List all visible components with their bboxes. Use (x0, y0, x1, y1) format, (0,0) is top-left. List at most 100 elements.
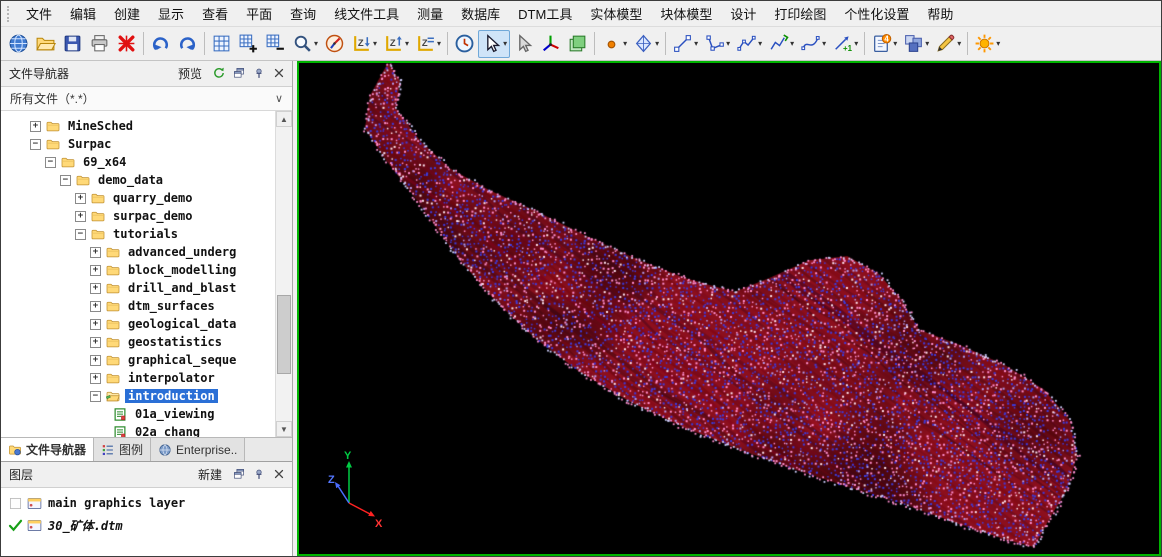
print-icon[interactable] (86, 30, 113, 58)
tab-file-navigator[interactable]: 文件导航器 (1, 438, 94, 461)
scroll-thumb[interactable] (277, 295, 291, 374)
tree-item[interactable]: −tutorials (1, 225, 275, 243)
dropdown-arrow-icon[interactable]: ▾ (996, 40, 1000, 48)
dropdown-arrow-icon[interactable]: ▾ (790, 40, 794, 48)
collapse-icon[interactable]: − (60, 175, 71, 186)
extend-line-tool-icon[interactable]: +1▾ (829, 30, 861, 58)
draw-tool-icon[interactable]: ▾ (932, 30, 964, 58)
menu-item-1[interactable]: 编辑 (61, 0, 105, 27)
dropdown-arrow-icon[interactable]: ▾ (822, 40, 826, 48)
dropdown-arrow-icon[interactable]: ▾ (314, 40, 318, 48)
undo-icon[interactable] (147, 30, 174, 58)
menu-item-3[interactable]: 显示 (149, 0, 193, 27)
tree-item[interactable]: +quarry_demo (1, 189, 275, 207)
dropdown-arrow-icon[interactable]: ▾ (503, 40, 507, 48)
report-notes-icon[interactable]: 4▾ (868, 30, 900, 58)
zoom-extents-icon[interactable] (208, 30, 235, 58)
collapse-icon[interactable]: − (75, 229, 86, 240)
dropdown-arrow-icon[interactable]: ▾ (694, 40, 698, 48)
float-panel-icon[interactable] (229, 465, 248, 484)
orientation-axes-icon[interactable] (537, 30, 564, 58)
dropdown-arrow-icon[interactable]: ▾ (437, 40, 441, 48)
tree-item[interactable]: +block_modelling (1, 261, 275, 279)
rotate-view-icon[interactable] (321, 30, 348, 58)
file-filter-dropdown[interactable]: 所有文件（*.*） ∨ (1, 87, 292, 111)
tree-item[interactable]: +MineSched (1, 117, 275, 135)
reset-graphics-icon[interactable] (113, 30, 140, 58)
tree-item[interactable]: +dtm_surfaces (1, 297, 275, 315)
layer-checkbox[interactable] (7, 495, 24, 512)
menu-item-7[interactable]: 线文件工具 (325, 0, 408, 27)
zoom-out-icon[interactable] (262, 30, 289, 58)
float-panel-icon[interactable] (229, 64, 248, 83)
tree-item[interactable]: +geological_data (1, 315, 275, 333)
curve-tool-icon[interactable]: ▾ (797, 30, 829, 58)
expand-icon[interactable]: + (90, 373, 101, 384)
tree-item[interactable]: 02a_chang (1, 423, 275, 437)
collapse-icon[interactable]: − (45, 157, 56, 168)
collapse-icon[interactable]: − (90, 391, 101, 402)
zoom-window-icon[interactable]: ▾ (289, 30, 321, 58)
tab-legend[interactable]: 图例 (94, 438, 151, 461)
refresh-timer-icon[interactable] (451, 30, 478, 58)
z-up-icon[interactable]: Z▾ (380, 30, 412, 58)
dropdown-arrow-icon[interactable]: ▾ (655, 40, 659, 48)
expand-icon[interactable]: + (90, 283, 101, 294)
collapse-icon[interactable]: − (30, 139, 41, 150)
dropdown-arrow-icon[interactable]: ▾ (758, 40, 762, 48)
tree-item[interactable]: 01a_viewing (1, 405, 275, 423)
display-settings-icon[interactable]: ▾ (971, 30, 1003, 58)
angle-tool-icon[interactable]: ▾ (701, 30, 733, 58)
save-icon[interactable] (59, 30, 86, 58)
tree-item[interactable]: −69_x64 (1, 153, 275, 171)
expand-icon[interactable]: + (90, 337, 101, 348)
menu-item-6[interactable]: 查询 (281, 0, 325, 27)
expand-icon[interactable]: + (75, 193, 86, 204)
tree-item[interactable]: −introduction (1, 387, 275, 405)
menu-item-2[interactable]: 创建 (105, 0, 149, 27)
dropdown-arrow-icon[interactable]: ▾ (726, 40, 730, 48)
dropdown-arrow-icon[interactable]: ▾ (373, 40, 377, 48)
expand-icon[interactable]: + (90, 319, 101, 330)
close-panel-icon[interactable] (269, 64, 288, 83)
tree-item[interactable]: +drill_and_blast (1, 279, 275, 297)
tree-item[interactable]: +surpac_demo (1, 207, 275, 225)
dropdown-arrow-icon[interactable]: ▾ (405, 40, 409, 48)
tree-item[interactable]: −Surpac (1, 135, 275, 153)
new-layer-button[interactable]: 新建 (192, 464, 228, 485)
layer-row[interactable]: main graphics layer (1, 492, 292, 514)
menu-item-13[interactable]: 设计 (721, 0, 765, 27)
menu-item-9[interactable]: 数据库 (452, 0, 509, 27)
expand-icon[interactable]: + (90, 301, 101, 312)
scroll-track[interactable] (276, 127, 292, 421)
menu-item-10[interactable]: DTM工具 (509, 0, 581, 27)
polyline-tool-icon[interactable]: ▾ (733, 30, 765, 58)
menu-item-8[interactable]: 测量 (408, 0, 452, 27)
layer-row[interactable]: 30_矿体.dtm (1, 514, 292, 536)
z-plane-icon[interactable]: Z▾ (412, 30, 444, 58)
layer-visible-check-icon[interactable] (7, 517, 24, 534)
close-panel-icon[interactable] (269, 465, 288, 484)
segment-tool-icon[interactable]: ▾ (669, 30, 701, 58)
point-tool-icon[interactable]: ▾ (598, 30, 630, 58)
menu-item-4[interactable]: 查看 (193, 0, 237, 27)
pointer-icon[interactable] (510, 30, 537, 58)
menu-item-15[interactable]: 个性化设置 (835, 0, 918, 27)
tree-item[interactable]: −demo_data (1, 171, 275, 189)
redo-icon[interactable] (174, 30, 201, 58)
menu-item-11[interactable]: 实体模型 (581, 0, 651, 27)
expand-icon[interactable]: + (30, 121, 41, 132)
menu-item-0[interactable]: 文件 (17, 0, 61, 27)
menu-item-5[interactable]: 平面 (237, 0, 281, 27)
work-directory-globe-icon[interactable] (5, 30, 32, 58)
pin-panel-icon[interactable] (249, 465, 268, 484)
preview-refresh-icon[interactable] (209, 64, 228, 83)
pin-panel-icon[interactable] (249, 64, 268, 83)
expand-icon[interactable]: + (90, 265, 101, 276)
dropdown-arrow-icon[interactable]: ▾ (623, 40, 627, 48)
3d-viewport[interactable]: Y Z X (297, 61, 1161, 556)
expand-icon[interactable]: + (90, 355, 101, 366)
tree-item[interactable]: +geostatistics (1, 333, 275, 351)
select-mode-icon[interactable]: ▾ (478, 30, 510, 58)
layer-display-icon[interactable] (564, 30, 591, 58)
